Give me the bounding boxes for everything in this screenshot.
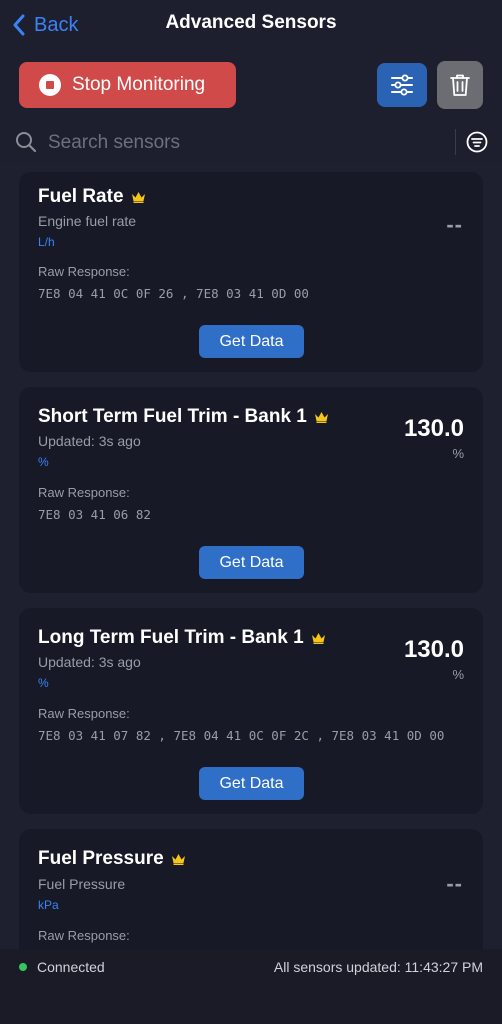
status-bar: Connected All sensors updated: 11:43:27 …: [0, 949, 502, 1024]
crown-icon: [311, 633, 325, 644]
sensor-card-fuel-rate: Fuel Rate Engine fuel rate L/h -- Raw Re…: [19, 172, 483, 372]
delete-button[interactable]: [437, 61, 483, 109]
connection-status-dot: [19, 963, 27, 971]
raw-response-value: 7E8 03 41 07 82 , 7E8 04 41 0C 0F 2C , 7…: [38, 728, 445, 743]
sensor-updated: Updated: 3s ago: [38, 654, 141, 670]
navigation-bar: Back Advanced Sensors: [0, 0, 502, 52]
back-button[interactable]: Back: [12, 10, 78, 40]
connection-status: Connected: [37, 959, 105, 975]
sensor-unit: %: [38, 455, 49, 469]
search-divider: [455, 129, 456, 155]
raw-response-label: Raw Response:: [38, 706, 130, 721]
stop-monitoring-label: Stop Monitoring: [72, 74, 206, 95]
search-bar: [0, 122, 502, 162]
raw-response-value: 7E8 03 41 06 82: [38, 507, 151, 522]
raw-response-label: Raw Response:: [38, 264, 130, 279]
sensor-card-long-term-fuel-trim: Long Term Fuel Trim - Bank 1 Updated: 3s…: [19, 608, 483, 814]
filter-settings-button[interactable]: [377, 63, 427, 107]
stop-icon: [39, 74, 61, 96]
crown-icon: [131, 192, 145, 203]
sensor-updated: Updated: 3s ago: [38, 433, 141, 449]
sensor-value: --: [446, 871, 463, 896]
sensor-value: 130.0: [403, 415, 464, 442]
raw-response-label: Raw Response:: [38, 928, 130, 943]
sensor-name-text: Fuel Rate: [38, 186, 124, 207]
sensor-value-unit: %: [452, 667, 464, 682]
sensor-name-text: Long Term Fuel Trim - Bank 1: [38, 627, 304, 648]
sensor-unit: L/h: [38, 235, 55, 249]
sensor-unit: kPa: [38, 898, 59, 912]
get-data-button[interactable]: Get Data: [199, 767, 304, 800]
sensor-name-text: Fuel Pressure: [38, 848, 164, 869]
sensor-card-fuel-pressure: Fuel Pressure Fuel Pressure kPa -- Raw R…: [19, 829, 483, 949]
sensor-value-unit: %: [452, 446, 464, 461]
crown-icon: [314, 412, 328, 423]
raw-response-label: Raw Response:: [38, 485, 130, 500]
sensor-value: 130.0: [403, 636, 464, 663]
sliders-icon: [391, 74, 413, 96]
search-input[interactable]: [46, 127, 440, 159]
sort-filter-icon[interactable]: [466, 131, 488, 153]
chevron-left-icon: [13, 14, 25, 36]
trash-icon: [450, 74, 470, 96]
last-updated-status: All sensors updated: 11:43:27 PM: [273, 959, 483, 975]
back-label: Back: [34, 13, 79, 36]
crown-icon: [171, 854, 185, 865]
sensor-name-text: Short Term Fuel Trim - Bank 1: [38, 406, 307, 427]
sensor-name: Long Term Fuel Trim - Bank 1: [38, 627, 326, 649]
sensor-value: --: [446, 212, 463, 237]
sensor-name: Fuel Pressure: [38, 848, 186, 870]
search-icon: [16, 132, 37, 153]
stop-monitoring-button[interactable]: Stop Monitoring: [19, 62, 236, 108]
sensor-list[interactable]: Fuel Rate Engine fuel rate L/h -- Raw Re…: [0, 162, 502, 949]
raw-response-value: 7E8 04 41 0C 0F 26 , 7E8 03 41 0D 00: [38, 286, 309, 301]
get-data-button[interactable]: Get Data: [199, 546, 304, 579]
sensor-name: Short Term Fuel Trim - Bank 1: [38, 406, 329, 428]
sensor-description: Fuel Pressure: [38, 876, 126, 892]
get-data-button[interactable]: Get Data: [199, 325, 304, 358]
sensor-name: Fuel Rate: [38, 186, 146, 208]
sensor-description: Engine fuel rate: [38, 213, 137, 229]
sensor-card-short-term-fuel-trim: Short Term Fuel Trim - Bank 1 Updated: 3…: [19, 387, 483, 593]
sensor-unit: %: [38, 676, 49, 690]
